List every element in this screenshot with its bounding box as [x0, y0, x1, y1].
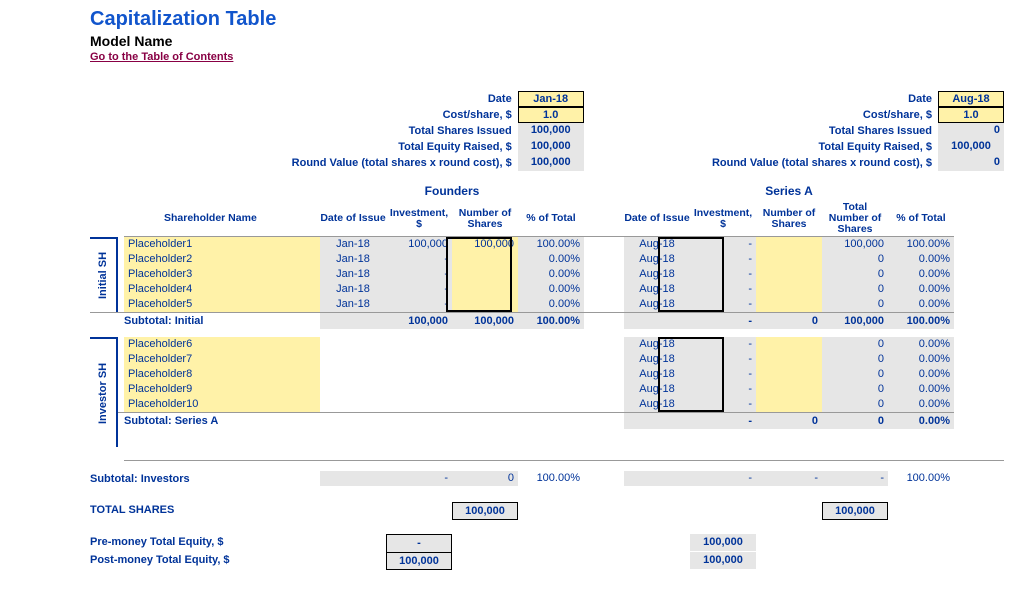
- founders-cost-share[interactable]: 1.0: [518, 107, 584, 123]
- seriesa-shares-input[interactable]: [756, 337, 822, 352]
- shareholder-name-input[interactable]: Placeholder8: [124, 367, 320, 382]
- founders-shares-input[interactable]: 100,000: [452, 237, 518, 252]
- seriesa-shares-input[interactable]: [756, 282, 822, 297]
- label-total-equity-raised-a: Total Equity Raised, $: [819, 139, 939, 155]
- founders-equity-raised: 100,000: [518, 139, 584, 155]
- initial-sh-label: Initial SH: [90, 237, 118, 312]
- post-money-seriesa: 100,000: [690, 552, 756, 569]
- subtotal-seriesa-label: Subtotal: Series A: [124, 412, 320, 429]
- page-title: Capitalization Table: [90, 8, 1004, 31]
- model-name: Model Name: [90, 33, 1004, 49]
- subtotal-initial-row: Subtotal: Initial 100,000 100,000 100.00…: [90, 312, 1004, 329]
- subtotal-investors-row: Subtotal: Investors - 0 100.00% - - - 10…: [90, 471, 1004, 488]
- col-date-issue-a: Date of Issue: [624, 201, 690, 237]
- label-total-shares-issued-a: Total Shares Issued: [829, 123, 938, 139]
- summary-area: Date Cost/share, $ Total Shares Issued T…: [90, 91, 1004, 171]
- label-round-value: Round Value (total shares x round cost),…: [292, 155, 518, 171]
- col-date-issue-f: Date of Issue: [320, 201, 386, 237]
- founders-shares-input[interactable]: [452, 297, 518, 312]
- seriesa-date[interactable]: Aug-18: [938, 91, 1004, 107]
- table-row: Placeholder2Jan-18-0.00%Aug-18-00.00%: [118, 252, 1004, 267]
- col-num-shares-a: Number of Shares: [756, 201, 822, 237]
- shareholder-name-input[interactable]: Placeholder6: [124, 337, 320, 352]
- col-investment-f: Investment, $: [386, 201, 452, 237]
- founders-round-value: 100,000: [518, 155, 584, 171]
- seriesa-shares-input[interactable]: [756, 382, 822, 397]
- seriesa-round-value: 0: [938, 155, 1004, 171]
- col-total-num-a: Total Number of Shares: [822, 201, 888, 237]
- post-money-row: Post-money Total Equity, $ 100,000 100,0…: [90, 552, 1004, 570]
- table-row: Placeholder1Jan-18100,000100,000100.00%A…: [118, 237, 1004, 252]
- label-cost-share-a: Cost/share, $: [863, 107, 938, 123]
- founders-shares-input[interactable]: [452, 282, 518, 297]
- seriesa-total-shares: 0: [938, 123, 1004, 139]
- seriesa-shares-input[interactable]: [756, 252, 822, 267]
- investor-sh-label: Investor SH: [90, 337, 118, 447]
- seriesa-shares-input[interactable]: [756, 367, 822, 382]
- pre-money-seriesa: 100,000: [690, 534, 756, 551]
- total-shares-seriesa: 100,000: [822, 502, 888, 520]
- table-row: Placeholder8Aug-18-00.00%: [118, 367, 1004, 382]
- table-row: Placeholder5Jan-18-0.00%Aug-18-00.00%: [118, 297, 1004, 312]
- seriesa-shares-input[interactable]: [756, 397, 822, 412]
- label-total-shares-issued: Total Shares Issued: [409, 123, 518, 139]
- shareholder-name-input[interactable]: Placeholder9: [124, 382, 320, 397]
- table-row: Placeholder3Jan-18-0.00%Aug-18-00.00%: [118, 267, 1004, 282]
- shareholder-name-input[interactable]: Placeholder10: [124, 397, 320, 412]
- label-cost-share: Cost/share, $: [443, 107, 518, 123]
- shareholder-name-input[interactable]: Placeholder1: [124, 237, 320, 252]
- seriesa-equity-raised: 100,000: [938, 139, 1004, 155]
- col-num-shares-f: Number of Shares: [452, 201, 518, 237]
- seriesa-cost-share[interactable]: 1.0: [938, 107, 1004, 123]
- col-pct-a: % of Total: [888, 201, 954, 237]
- table-row: Placeholder4Jan-18-0.00%Aug-18-00.00%: [118, 282, 1004, 297]
- shareholder-name-input[interactable]: Placeholder2: [124, 252, 320, 267]
- label-date: Date: [488, 91, 518, 107]
- founders-shares-input[interactable]: [452, 252, 518, 267]
- subtotal-seriesa-row: Subtotal: Series A - 0 0 0.00%: [118, 412, 1004, 429]
- total-shares-row: TOTAL SHARES 100,000 100,000: [90, 502, 1004, 520]
- label-total-equity-raised: Total Equity Raised, $: [398, 139, 518, 155]
- total-shares-founders: 100,000: [452, 502, 518, 520]
- table-row: Placeholder9Aug-18-00.00%: [118, 382, 1004, 397]
- table-row: Placeholder7Aug-18-00.00%: [118, 352, 1004, 367]
- pre-money-founders: -: [386, 534, 452, 552]
- founders-total-shares: 100,000: [518, 123, 584, 139]
- seriesa-header: Series A: [624, 181, 954, 201]
- col-shareholder: Shareholder Name: [124, 201, 320, 237]
- post-money-founders: 100,000: [386, 552, 452, 570]
- toc-link[interactable]: Go to the Table of Contents: [90, 51, 233, 63]
- col-pct-f: % of Total: [518, 201, 584, 237]
- col-investment-a: Investment, $: [690, 201, 756, 237]
- subtotal-initial-label: Subtotal: Initial: [124, 312, 320, 329]
- shareholder-name-input[interactable]: Placeholder3: [124, 267, 320, 282]
- founders-date[interactable]: Jan-18: [518, 91, 584, 107]
- seriesa-shares-input[interactable]: [756, 267, 822, 282]
- seriesa-shares-input[interactable]: [756, 237, 822, 252]
- table-row: Placeholder6Aug-18-00.00%: [118, 337, 1004, 352]
- seriesa-shares-input[interactable]: [756, 352, 822, 367]
- shareholder-name-input[interactable]: Placeholder7: [124, 352, 320, 367]
- founders-header: Founders: [320, 181, 584, 201]
- founders-shares-input[interactable]: [452, 267, 518, 282]
- label-round-value-a: Round Value (total shares x round cost),…: [712, 155, 938, 171]
- seriesa-shares-input[interactable]: [756, 297, 822, 312]
- shareholder-name-input[interactable]: Placeholder5: [124, 297, 320, 312]
- shareholder-name-input[interactable]: Placeholder4: [124, 282, 320, 297]
- table-row: Placeholder10Aug-18-00.00%: [118, 397, 1004, 412]
- label-date-a: Date: [908, 91, 938, 107]
- pre-money-row: Pre-money Total Equity, $ - 100,000: [90, 534, 1004, 552]
